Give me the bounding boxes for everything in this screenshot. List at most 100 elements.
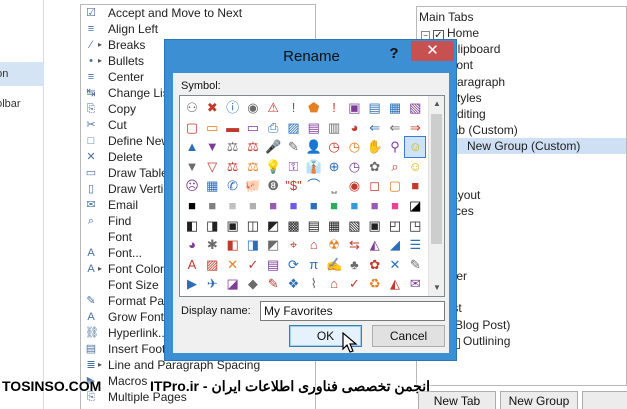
symbol-cell[interactable]: ▭ — [202, 118, 222, 138]
symbol-cell[interactable]: ⎙ — [263, 118, 283, 138]
symbol-cell[interactable]: ▧ — [405, 98, 425, 118]
symbol-cell[interactable]: ▦ — [324, 216, 344, 236]
symbol-cell[interactable]: 🐖 — [243, 176, 263, 196]
symbol-cell[interactable]: ▣ — [365, 216, 385, 236]
symbol-cell[interactable]: ⇒ — [405, 118, 425, 138]
symbol-cell[interactable]: ⚠ — [263, 98, 283, 118]
symbol-cell[interactable]: ▥ — [324, 118, 344, 138]
symbol-cell[interactable]: ⌒ — [304, 176, 324, 196]
command-item[interactable]: ≡ Align Left — [81, 21, 315, 37]
display-name-input[interactable] — [260, 301, 445, 321]
symbol-cell[interactable]: ▦ — [385, 98, 405, 118]
symbol-cell[interactable]: ✱ — [202, 235, 222, 255]
symbol-cell[interactable]: 💡 — [263, 157, 283, 177]
symbol-cell[interactable]: ▼ — [182, 157, 202, 177]
symbol-cell[interactable]: ⇆ — [344, 235, 364, 255]
symbol-cell[interactable]: ◳ — [405, 216, 425, 236]
symbol-cell[interactable]: ✕ — [223, 255, 243, 275]
symbol-cell[interactable]: ■ — [324, 196, 344, 216]
symbol-cell[interactable]: ■ — [182, 196, 202, 216]
symbol-cell[interactable]: 🎤 — [263, 137, 283, 157]
symbol-cell[interactable]: ⌕ — [385, 157, 405, 177]
symbol-cell[interactable]: ▧ — [344, 216, 364, 236]
symbol-cell[interactable]: ♻ — [365, 274, 385, 294]
symbol-cell[interactable]: ⚖ — [223, 157, 243, 177]
symbol-cell[interactable]: ⚇ — [182, 98, 202, 118]
symbol-cell[interactable]: ⚲ — [385, 137, 405, 157]
symbol-cell[interactable]: ✎ — [405, 255, 425, 275]
left-item-quick-access-toolbar[interactable]: oolbar — [0, 92, 44, 116]
symbol-cell[interactable]: ◭ — [365, 235, 385, 255]
symbol-cell[interactable]: ◰ — [385, 216, 405, 236]
symbol-cell[interactable]: ! — [284, 98, 304, 118]
symbol-cell[interactable]: ⇐ — [365, 118, 385, 138]
symbol-cell[interactable]: ■ — [344, 196, 364, 216]
symbol-cell[interactable]: ■ — [385, 196, 405, 216]
close-icon[interactable]: ✕ — [411, 41, 454, 61]
symbol-cell[interactable]: Α — [182, 255, 202, 275]
symbol-cell[interactable]: ⚖ — [243, 137, 263, 157]
symbol-cell[interactable]: ✿ — [365, 255, 385, 275]
symbol-scrollbar[interactable]: ▲ ▼ — [428, 96, 444, 296]
symbol-cell[interactable]: ✿ — [365, 157, 385, 177]
symbol-cell[interactable]: ◧ — [182, 216, 202, 236]
symbol-cell[interactable]: ■ — [304, 196, 324, 216]
symbol-cell[interactable]: ⟳ — [284, 255, 304, 275]
symbol-cell[interactable]: 👤 — [304, 137, 324, 157]
symbol-cell[interactable]: ◆ — [243, 274, 263, 294]
symbol-cell[interactable]: ◕ — [344, 118, 364, 138]
symbol-cell[interactable]: ◩ — [263, 235, 283, 255]
symbol-cell[interactable]: ⌂ — [304, 235, 324, 255]
symbol-cell[interactable]: ▤ — [304, 216, 324, 236]
help-icon[interactable]: ? — [386, 45, 402, 63]
symbol-cell[interactable]: ■ — [243, 196, 263, 216]
dialog-title-bar[interactable]: Rename ? ✕ — [165, 40, 458, 73]
symbol-cell[interactable]: ■ — [223, 196, 243, 216]
symbol-cell[interactable]: ✎ — [284, 137, 304, 157]
symbol-cell[interactable]: ✖ — [202, 98, 222, 118]
scroll-down-icon[interactable]: ▼ — [429, 280, 445, 296]
symbol-cell[interactable]: ⇐ — [385, 118, 405, 138]
symbol-cell[interactable]: ▩ — [284, 216, 304, 236]
symbol-cell[interactable]: ☹ — [182, 176, 202, 196]
symbol-cell[interactable]: ◻ — [365, 176, 385, 196]
symbol-cell[interactable]: ◭ — [385, 274, 405, 294]
symbol-cell[interactable]: ◕ — [182, 235, 202, 255]
tree-item[interactable]: New Group (Custom) — [453, 138, 626, 155]
symbol-cell[interactable]: ⚿ — [284, 157, 304, 177]
symbol-cell[interactable]: ◨ — [243, 235, 263, 255]
symbol-cell[interactable]: "$" — [284, 176, 304, 196]
symbol-cell[interactable]: ☺ — [404, 136, 427, 159]
symbol-cell[interactable]: ▣ — [223, 216, 243, 236]
scroll-thumb[interactable] — [431, 114, 442, 244]
symbol-cell[interactable]: ◫ — [243, 216, 263, 236]
symbol-cell[interactable]: ◷ — [344, 157, 364, 177]
symbol-cell[interactable]: π — [304, 255, 324, 275]
symbol-cell[interactable]: ⓘ — [223, 98, 243, 118]
symbol-cell[interactable]: ◧ — [223, 235, 243, 255]
symbol-cell[interactable]: ✎ — [263, 274, 283, 294]
symbol-cell[interactable]: ❽ — [263, 176, 283, 196]
symbol-cell[interactable]: ▢ — [182, 118, 202, 138]
symbol-cell[interactable]: ■ — [405, 176, 425, 196]
symbol-cell[interactable]: ✍ — [324, 255, 344, 275]
symbol-cell[interactable]: ▣ — [344, 98, 364, 118]
cancel-button[interactable]: Cancel — [372, 325, 445, 347]
symbol-cell[interactable]: ▭ — [243, 118, 263, 138]
symbol-cell[interactable]: ♣ — [344, 255, 364, 275]
symbol-cell[interactable]: ▶ — [182, 274, 202, 294]
symbol-cell[interactable]: ◷ — [344, 137, 364, 157]
symbol-cell[interactable]: ▽ — [202, 157, 222, 177]
command-item[interactable]: ☑ Accept and Move to Next — [81, 5, 315, 21]
symbol-cell[interactable]: ⎵ — [324, 176, 344, 196]
symbol-cell[interactable]: ▲ — [182, 137, 202, 157]
symbol-cell[interactable]: ■ — [263, 196, 283, 216]
symbol-cell[interactable]: ▤ — [304, 118, 324, 138]
symbol-cell[interactable]: ▤ — [263, 255, 283, 275]
symbol-cell[interactable]: ✋ — [365, 137, 385, 157]
symbol-cell[interactable]: ☢ — [324, 235, 344, 255]
symbol-cell[interactable]: ⌂ — [324, 274, 344, 294]
symbol-cell[interactable]: ◪ — [223, 274, 243, 294]
symbol-cell[interactable]: ◪ — [405, 196, 425, 216]
symbol-cell[interactable]: ⚖ — [243, 157, 263, 177]
